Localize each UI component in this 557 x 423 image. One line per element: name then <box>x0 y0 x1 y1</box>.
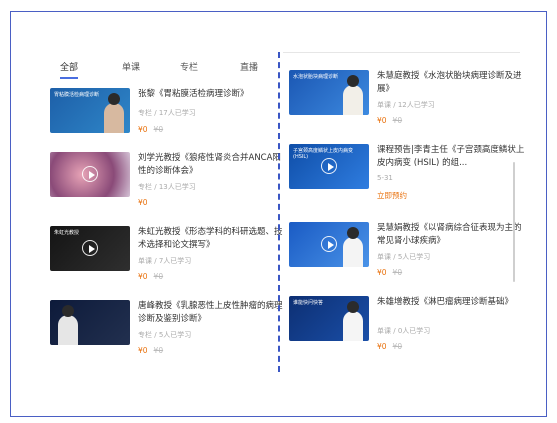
course-type: 专栏 <box>138 109 152 117</box>
course-card[interactable]: 朱虹光教授 朱虹光教授《形态学科的科研选题、技术选择和论文撰写》 单课 / 7人… <box>50 226 285 286</box>
course-meta: 单课 / 0人已学习 <box>377 327 431 335</box>
course-price: ¥0 ¥0 <box>377 116 402 125</box>
original-price: ¥0 <box>392 116 403 125</box>
thumbnail-caption: 朱虹光教授 <box>54 230 80 236</box>
course-title[interactable]: 吴慧娟教授《以肾病综合征表现为主的常见肾小球疾病》 <box>377 222 527 248</box>
course-title[interactable]: 朱雄增教授《淋巴瘤病理诊断基础》 <box>377 296 527 309</box>
course-title[interactable]: 刘学光教授《狼疮性肾炎合并ANCA阳性的诊断体会》 <box>138 152 288 178</box>
scrollbar[interactable] <box>513 162 515 282</box>
course-type: 单课 <box>377 327 391 335</box>
course-card[interactable]: 谁能快问快答 朱雄增教授《淋巴瘤病理诊断基础》 单课 / 0人已学习 ¥0 ¥0 <box>289 296 526 356</box>
tab-single-course[interactable]: 单课 <box>122 60 140 73</box>
course-thumbnail: 子宫颈高度鳞状上皮内病变 (HSIL) <box>289 144 369 189</box>
course-card[interactable]: 胃粘膜活检病理诊断 张黎《胃粘膜活检病理诊断》 专栏 / 17人已学习 ¥0 ¥0 <box>50 88 285 148</box>
course-list-right: 水泡状胎块病理诊断 朱慧庭教授《水泡状胎块病理诊断及进展》 单课 / 12人已学… <box>283 52 524 352</box>
course-price: ¥0 ¥0 <box>138 346 163 355</box>
play-icon <box>82 166 98 182</box>
course-meta: 单课 / 12人已学习 <box>377 101 435 109</box>
original-price: ¥0 <box>392 342 403 351</box>
course-type: 单课 <box>138 257 152 265</box>
course-title[interactable]: 朱虹光教授《形态学科的科研选题、技术选择和论文撰写》 <box>138 226 288 252</box>
lecturer-photo <box>343 227 363 267</box>
course-meta: 专栏 / 13人已学习 <box>138 183 196 191</box>
course-type: 单课 <box>377 101 391 109</box>
current-price: ¥0 <box>138 346 148 355</box>
current-price: ¥0 <box>377 116 387 125</box>
tab-live[interactable]: 直播 <box>240 60 258 73</box>
course-title[interactable]: 张黎《胃粘膜活检病理诊断》 <box>138 88 288 101</box>
course-title[interactable]: 课程预告|李青主任《子宫颈高度鳞状上皮内病变 (HSIL) 的组... <box>377 144 527 170</box>
current-price: ¥0 <box>138 125 148 134</box>
course-thumbnail: 谁能快问快答 <box>289 296 369 341</box>
course-price: ¥0 ¥0 <box>138 272 163 281</box>
course-thumbnail <box>289 222 369 267</box>
course-card[interactable]: 水泡状胎块病理诊断 朱慧庭教授《水泡状胎块病理诊断及进展》 单课 / 12人已学… <box>289 70 526 130</box>
course-card[interactable]: 唐峰教授《乳腺恶性上皮性肿瘤的病理诊断及鉴别诊断》 专栏 / 5人已学习 ¥0 ¥… <box>50 300 285 360</box>
lecturer-photo <box>58 305 78 345</box>
learner-count: 5人已学习 <box>158 331 192 339</box>
course-card[interactable]: 吴慧娟教授《以肾病综合征表现为主的常见肾小球疾病》 单课 / 5人已学习 ¥0 ¥… <box>289 222 526 282</box>
course-card[interactable]: 刘学光教授《狼疮性肾炎合并ANCA阳性的诊断体会》 专栏 / 13人已学习 ¥0 <box>50 152 285 212</box>
current-price: ¥0 <box>138 198 148 207</box>
original-price: ¥0 <box>153 272 164 281</box>
lecturer-photo <box>104 93 124 133</box>
learner-count: 0人已学习 <box>397 327 431 335</box>
original-price: ¥0 <box>153 346 164 355</box>
original-price: ¥0 <box>392 268 403 277</box>
course-title[interactable]: 唐峰教授《乳腺恶性上皮性肿瘤的病理诊断及鉴别诊断》 <box>138 300 288 326</box>
course-card[interactable]: 子宫颈高度鳞状上皮内病变 (HSIL) 课程预告|李青主任《子宫颈高度鳞状上皮内… <box>289 144 526 204</box>
course-list-left: 全部 单课 专栏 直播 胃粘膜活检病理诊断 张黎《胃粘膜活检病理诊断》 专栏 /… <box>40 56 283 376</box>
live-date: 5-31 <box>377 174 393 182</box>
course-thumbnail <box>50 152 130 197</box>
course-price: ¥0 ¥0 <box>377 268 402 277</box>
course-meta: 单课 / 5人已学习 <box>377 253 431 261</box>
learner-count: 13人已学习 <box>158 183 196 191</box>
panel-divider <box>278 52 280 372</box>
play-icon <box>321 158 337 174</box>
play-icon <box>82 240 98 256</box>
course-meta: 专栏 / 5人已学习 <box>138 331 192 339</box>
course-type: 单课 <box>377 253 391 261</box>
current-price: ¥0 <box>138 272 148 281</box>
course-type: 专栏 <box>138 331 152 339</box>
reserve-button[interactable]: 立即预约 <box>377 190 407 201</box>
learner-count: 17人已学习 <box>158 109 196 117</box>
category-tabs: 全部 单课 专栏 直播 <box>40 60 275 82</box>
course-thumbnail: 水泡状胎块病理诊断 <box>289 70 369 115</box>
current-price: ¥0 <box>377 268 387 277</box>
play-icon <box>321 236 337 252</box>
course-price: ¥0 <box>138 198 148 207</box>
course-thumbnail: 朱虹光教授 <box>50 226 130 271</box>
course-type: 专栏 <box>138 183 152 191</box>
course-meta: 单课 / 7人已学习 <box>138 257 192 265</box>
course-title[interactable]: 朱慧庭教授《水泡状胎块病理诊断及进展》 <box>377 70 527 96</box>
current-price: ¥0 <box>377 342 387 351</box>
lecturer-photo <box>343 75 363 115</box>
course-meta: 专栏 / 17人已学习 <box>138 109 196 117</box>
tab-all[interactable]: 全部 <box>60 60 79 79</box>
learner-count: 7人已学习 <box>158 257 192 265</box>
course-price: ¥0 ¥0 <box>377 342 402 351</box>
course-thumbnail <box>50 300 130 345</box>
tab-column[interactable]: 专栏 <box>180 60 198 73</box>
learner-count: 5人已学习 <box>397 253 431 261</box>
course-thumbnail: 胃粘膜活检病理诊断 <box>50 88 130 133</box>
lecturer-photo <box>343 301 363 341</box>
course-price: ¥0 ¥0 <box>138 125 163 134</box>
learner-count: 12人已学习 <box>397 101 435 109</box>
original-price: ¥0 <box>153 125 164 134</box>
